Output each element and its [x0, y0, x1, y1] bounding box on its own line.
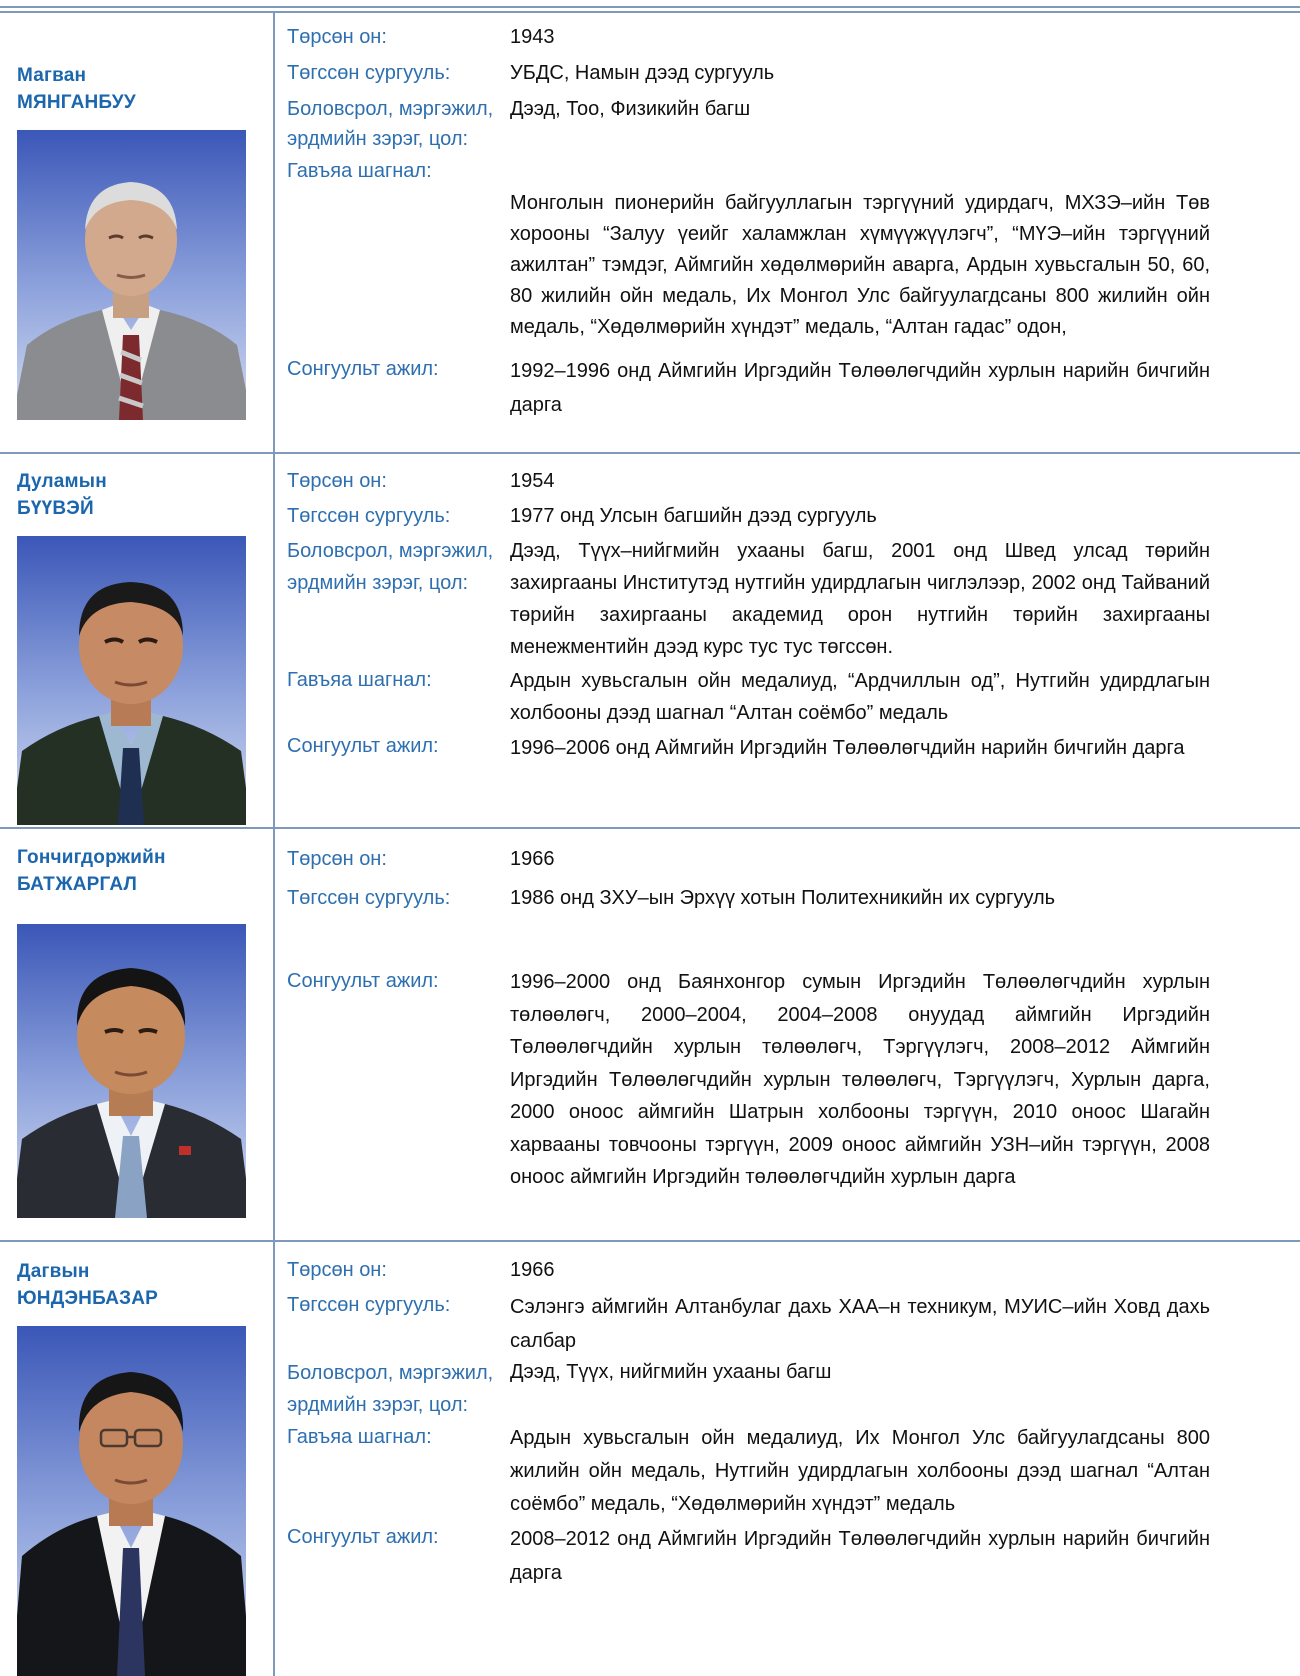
field-value: 1954: [510, 470, 555, 492]
field-label: Сонгуульт ажил:: [287, 1526, 439, 1548]
person-last-name: МЯНГАНБУУ: [17, 92, 136, 113]
field-label: Төгссөн сургууль:: [287, 1294, 451, 1316]
person-name: Гончигдоржийн БАТЖАРГАЛ: [17, 844, 166, 898]
field-label: Төгссөн сургууль:: [287, 887, 451, 909]
field-value: 1966: [510, 1259, 555, 1281]
field-value: 1966: [510, 848, 555, 870]
field-label: Сонгуульт ажил:: [287, 358, 439, 380]
portrait-photo: [17, 1326, 246, 1676]
person-first-name: Дуламын: [17, 471, 107, 492]
person-name: Дагвын ЮНДЭНБАЗАР: [17, 1258, 158, 1312]
field-value: УБДС, Намын дээд сургууль: [510, 62, 775, 84]
field-value: 2008–2012 онд Аймгийн Иргэдийн Төлөөлөгч…: [510, 1528, 1210, 1584]
field-label: Төрсөн он:: [287, 1259, 387, 1281]
field-label: Төрсөн он:: [287, 470, 387, 492]
field-label: Гавъяа шагнал:: [287, 1426, 432, 1448]
person-name: Дуламын БҮҮВЭЙ: [17, 468, 107, 522]
field-label: Боловсрол, мэргэжил, эрдмийн зэрэг, цол:: [287, 98, 494, 150]
field-label: Гавъяа шагнал:: [287, 669, 432, 691]
field-value: Сэлэнгэ аймгийн Алтанбулаг дахь ХАА–н те…: [510, 1296, 1210, 1352]
field-label: Боловсрол, мэргэжил, эрдмийн зэрэг, цол:: [287, 540, 494, 594]
person-last-name: БАТЖАРГАЛ: [17, 874, 138, 895]
portrait-photo: [17, 924, 246, 1218]
field-value: 1992–1996 онд Аймгийн Иргэдийн Төлөөлөгч…: [510, 360, 1210, 416]
person-last-name: БҮҮВЭЙ: [17, 498, 94, 519]
field-label: Гавъяа шагнал:: [287, 160, 432, 182]
field-value: 1986 онд ЗХУ–ын Эрхүү хотын Политехникий…: [510, 887, 1056, 909]
field-value: 1996–2000 онд Баянхонгор сумын Иргэдийн …: [510, 971, 1210, 1188]
portrait-photo: [17, 130, 246, 420]
field-label: Төрсөн он:: [287, 26, 387, 48]
field-label: Төрсөн он:: [287, 848, 387, 870]
person-name: Магван МЯНГАНБУУ: [17, 62, 136, 116]
top-border-line: [0, 11, 1300, 13]
person-first-name: Гончигдоржийн: [17, 847, 166, 868]
field-value: Дээд, Түүх, нийгмийн ухааны багш: [510, 1361, 832, 1383]
field-label: Төгссөн сургууль:: [287, 505, 451, 527]
field-value: Дээд, Түүх–нийгмийн ухааны багш, 2001 он…: [510, 540, 1210, 658]
field-value: 1943: [510, 26, 555, 48]
field-value: 1996–2006 онд Аймгийн Иргэдийн Төлөөлөгч…: [510, 737, 1185, 759]
top-border-line: [0, 6, 1300, 8]
field-value: Дээд, Тоо, Физикийн багш: [510, 98, 751, 120]
field-label: Сонгуульт ажил:: [287, 970, 439, 992]
person-last-name: ЮНДЭНБАЗАР: [17, 1288, 159, 1309]
portrait-photo: [17, 536, 246, 825]
column-divider: [273, 13, 275, 1676]
field-value: Монголын пионерийн байгууллагын тэргүүни…: [510, 192, 1210, 338]
field-label: Сонгуульт ажил:: [287, 735, 439, 757]
field-value: Ардын хувьсгалын ойн медалиуд, “Ардчиллы…: [510, 670, 1210, 724]
field-value: Ардын хувьсгалын ойн медалиуд, Их Монгол…: [510, 1427, 1210, 1515]
row-divider: [0, 1240, 1300, 1242]
row-divider: [0, 827, 1300, 829]
person-first-name: Магван: [17, 65, 87, 86]
person-first-name: Дагвын: [17, 1261, 90, 1282]
row-divider: [0, 452, 1300, 454]
field-label: Боловсрол, мэргэжил, эрдмийн зэрэг, цол:: [287, 1362, 494, 1416]
field-value: 1977 онд Улсын багшийн дээд сургууль: [510, 505, 877, 527]
field-label: Төгссөн сургууль:: [287, 62, 451, 84]
